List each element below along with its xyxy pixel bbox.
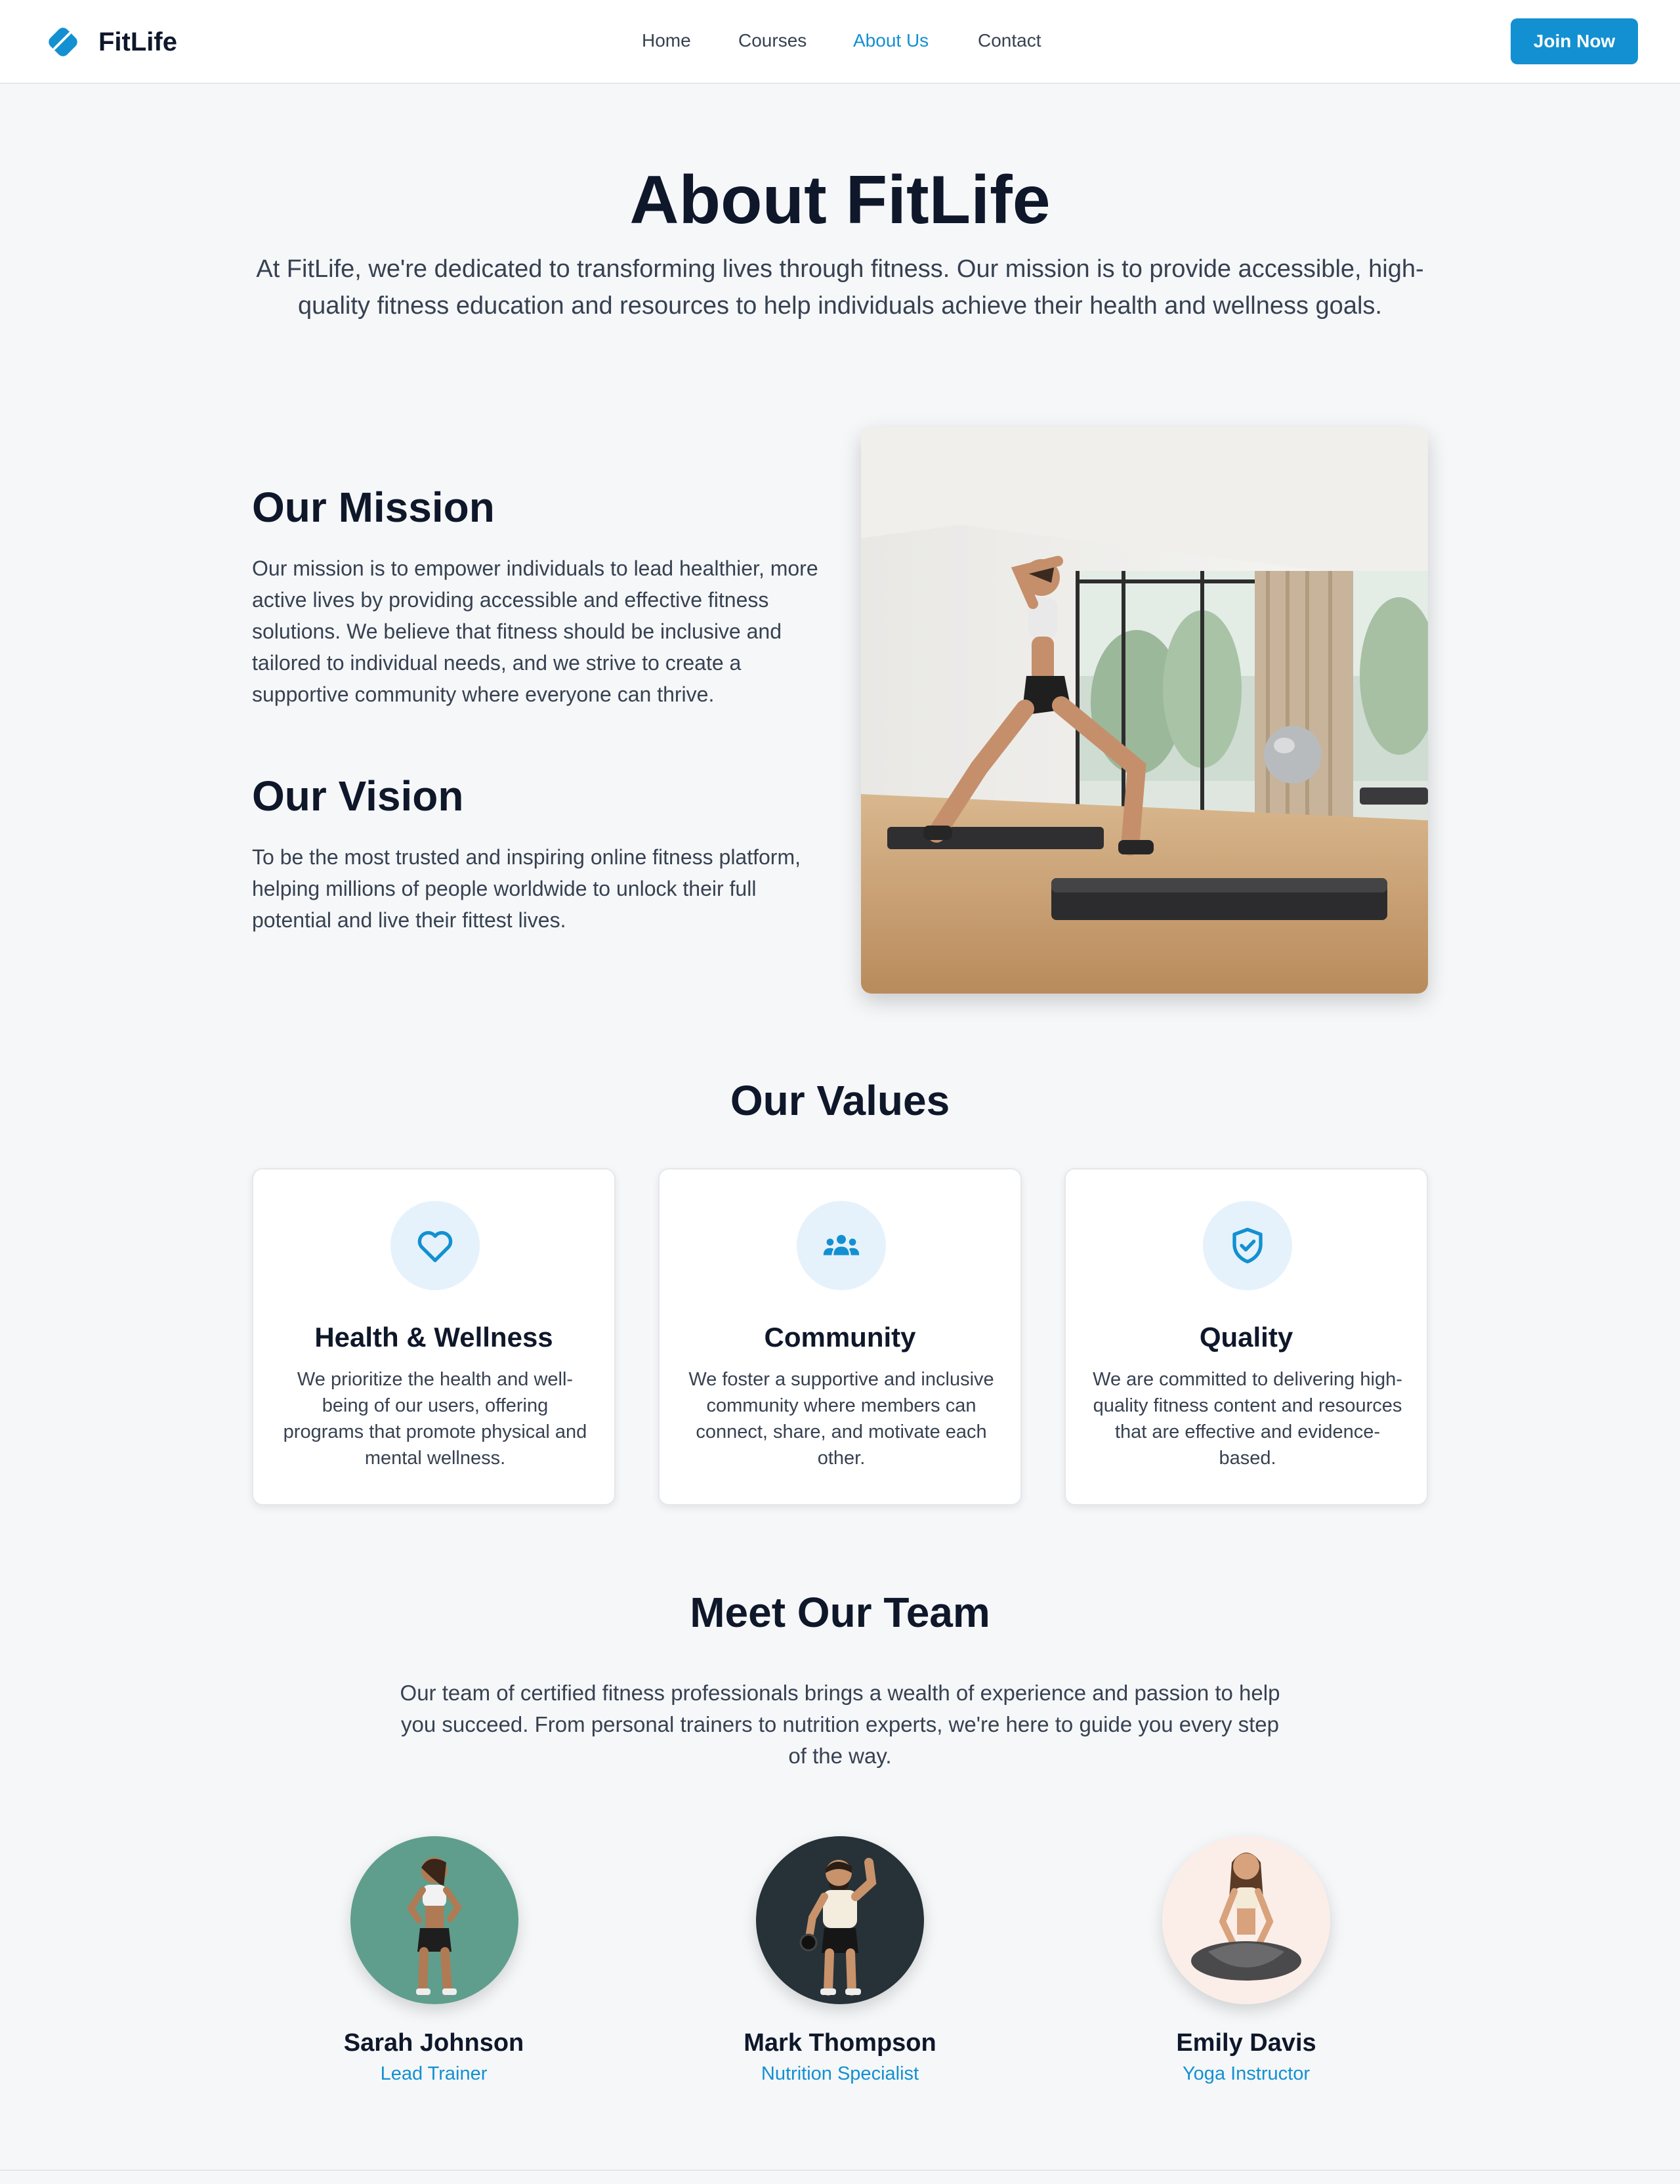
brand-name: FitLife [98, 27, 177, 56]
main-nav: Home Courses About Us Contact [0, 0, 1680, 84]
mission-text: Our mission is to empower individuals to… [252, 556, 818, 706]
hero-intro: At FitLife, we're dedicated to transform… [256, 255, 1424, 320]
team-heading: Meet Our Team [690, 1589, 990, 1636]
nav-about-us[interactable]: About Us [853, 30, 929, 51]
value-title: Community [764, 1322, 916, 1353]
people-group-icon [823, 1234, 860, 1255]
footer-divider [0, 2170, 1680, 2171]
value-title: Health & Wellness [314, 1322, 553, 1353]
value-card-health: Health & Wellness We prioritize the heal… [252, 1168, 616, 1505]
diamond-logo-icon [49, 28, 77, 56]
member-role: Nutrition Specialist [761, 2063, 919, 2084]
values-heading: Our Values [730, 1077, 950, 1124]
vision-heading: Our Vision [252, 772, 464, 820]
value-description: We prioritize the health and well-being … [283, 1369, 587, 1469]
member-name: Mark Thompson [744, 2029, 936, 2057]
brand-logo[interactable]: FitLife [43, 22, 177, 62]
nav-contact[interactable]: Contact [978, 30, 1041, 51]
vision-text: To be the most trusted and inspiring onl… [252, 845, 801, 932]
nav-home[interactable]: Home [642, 30, 691, 51]
value-description: We foster a supportive and inclusive com… [688, 1369, 994, 1469]
value-card-quality: Quality We are committed to delivering h… [1064, 1168, 1428, 1505]
value-title: Quality [1199, 1322, 1293, 1353]
shield-check-icon [1232, 1227, 1263, 1264]
value-card-community: Community We foster a supportive and inc… [658, 1168, 1022, 1505]
join-now-button[interactable]: Join Now [1511, 18, 1638, 64]
nav-courses[interactable]: Courses [738, 30, 807, 51]
avatar-mark-thompson [756, 1836, 924, 2004]
member-role: Yoga Instructor [1183, 2063, 1310, 2084]
page-title: About FitLife [629, 162, 1051, 238]
mission-heading: Our Mission [252, 484, 495, 531]
avatar-emily-davis [1162, 1836, 1330, 2004]
member-name: Sarah Johnson [343, 2029, 524, 2057]
studio-workout-photo [861, 427, 1428, 994]
site-header: FitLife Home Courses About Us Contact Jo… [0, 0, 1680, 84]
value-description: We are committed to delivering high-qual… [1093, 1369, 1402, 1469]
member-role: Lead Trainer [380, 2063, 488, 2084]
heart-icon [417, 1230, 453, 1263]
member-name: Emily Davis [1176, 2029, 1316, 2057]
avatar-sarah-johnson [350, 1836, 518, 2004]
team-intro: Our team of certified fitness profession… [400, 1681, 1280, 1768]
